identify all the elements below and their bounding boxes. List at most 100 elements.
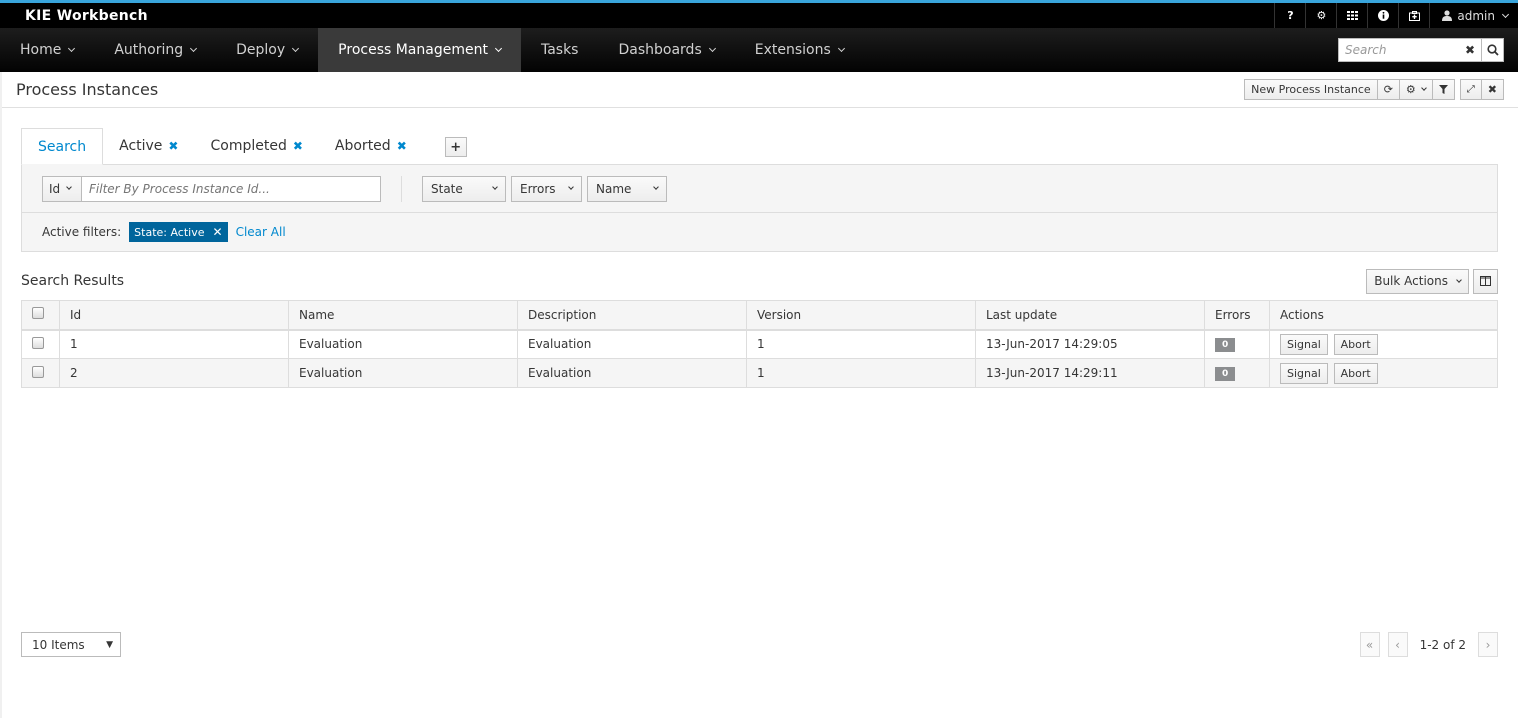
settings-dropdown-button[interactable]: ⚙ [1398, 79, 1433, 100]
results-table: Id Name Description Version Last update … [21, 300, 1498, 388]
medkit-button[interactable] [1398, 3, 1429, 28]
add-tab-button[interactable]: + [444, 137, 467, 157]
nav-tasks-label: Tasks [540, 42, 579, 58]
column-picker-button[interactable] [1473, 268, 1498, 294]
errors-filter-dropdown[interactable]: Errors [511, 175, 582, 202]
nav-process-management[interactable]: Process Management [318, 28, 521, 72]
nav-home[interactable]: Home [0, 28, 94, 72]
chevron-left-icon: ‹ [1395, 637, 1400, 652]
table-row[interactable]: 1 Evaluation Evaluation 1 13-Jun-2017 14… [21, 329, 1498, 359]
active-filter-chip: State: Active ✕ [129, 222, 228, 242]
table-header-row: Id Name Description Version Last update … [21, 300, 1498, 331]
gear-icon: ⚙ [1316, 9, 1327, 22]
settings-button[interactable]: ⚙ [1305, 3, 1336, 28]
nav-process-management-label: Process Management [338, 42, 488, 58]
abort-button[interactable]: Abort [1333, 362, 1378, 384]
errors-badge[interactable]: 0 [1215, 338, 1236, 353]
errors-badge[interactable]: 0 [1215, 367, 1236, 381]
name-dropdown-label: Name [596, 181, 632, 196]
new-process-instance-button[interactable]: New Process Instance [1244, 79, 1378, 100]
maximize-button[interactable]: ⤢ [1459, 79, 1482, 100]
nav-extensions[interactable]: Extensions [735, 28, 864, 72]
id-filter-input[interactable] [82, 175, 381, 202]
refresh-button[interactable]: ⟳ [1376, 79, 1400, 100]
utility-menu: ? ⚙ admin [1274, 3, 1518, 28]
bulk-actions-dropdown[interactable]: Bulk Actions [1366, 268, 1469, 294]
clear-search-icon[interactable]: ✖ [1465, 43, 1475, 57]
cell-description: Evaluation [517, 358, 747, 388]
grid-icon [1346, 11, 1358, 20]
column-header-last-update[interactable]: Last update [975, 300, 1205, 331]
row-checkbox[interactable] [32, 336, 44, 349]
nav-authoring-label: Authoring [114, 42, 184, 58]
column-header-id[interactable]: Id [59, 300, 289, 331]
refresh-icon: ⟳ [1383, 83, 1393, 96]
user-icon [1442, 10, 1453, 21]
chevron-down-icon [653, 184, 659, 190]
signal-button[interactable]: Signal [1280, 333, 1328, 355]
expand-icon: ⤢ [1466, 84, 1475, 95]
first-page-button[interactable]: « [1359, 632, 1380, 657]
apps-button[interactable] [1336, 3, 1367, 28]
nav-dashboards[interactable]: Dashboards [598, 28, 734, 72]
filter-button[interactable] [1431, 79, 1455, 100]
active-filters-label: Active filters: [42, 225, 122, 239]
chevron-down-icon [1501, 10, 1510, 18]
cell-id: 2 [59, 358, 289, 388]
filter-tabs: Search Active ✖ Completed ✖ Aborted ✖ + [21, 128, 1498, 165]
close-tab-icon[interactable]: ✖ [397, 139, 407, 153]
gear-icon: ⚙ [1405, 83, 1416, 96]
chevron-down-icon [1420, 85, 1427, 91]
results-title: Search Results [21, 273, 125, 289]
dropdown-arrow-icon: ▼ [106, 639, 113, 650]
info-button[interactable] [1367, 3, 1398, 28]
tab-aborted-label: Aborted [334, 138, 391, 154]
chevron-down-icon [494, 44, 503, 53]
page-title: Process Instances [16, 80, 159, 99]
column-header-name[interactable]: Name [288, 300, 518, 331]
state-filter-dropdown[interactable]: State [422, 175, 506, 202]
nav-deploy[interactable]: Deploy [216, 28, 318, 72]
help-icon: ? [1287, 9, 1294, 22]
chevron-down-icon [1456, 276, 1462, 283]
tab-search[interactable]: Search [21, 128, 104, 165]
cell-version: 1 [746, 358, 976, 388]
id-field-dropdown[interactable]: Id [42, 175, 82, 202]
chevron-down-icon [68, 44, 76, 53]
row-checkbox[interactable] [32, 365, 44, 378]
user-menu[interactable]: admin [1429, 3, 1518, 28]
name-filter-dropdown[interactable]: Name [587, 175, 667, 202]
prev-page-button[interactable]: ‹ [1387, 632, 1408, 657]
help-button[interactable]: ? [1274, 3, 1305, 28]
state-dropdown-label: State [431, 181, 463, 196]
column-header-actions: Actions [1269, 300, 1498, 331]
search-button[interactable] [1482, 38, 1504, 62]
column-header-version[interactable]: Version [746, 300, 976, 331]
top-bar: KIE Workbench ? ⚙ admin [0, 3, 1518, 28]
signal-button[interactable]: Signal [1280, 362, 1328, 384]
next-page-button[interactable]: › [1478, 632, 1498, 657]
abort-button[interactable]: Abort [1333, 333, 1378, 355]
nav-search: Search ✖ [1338, 28, 1518, 72]
table-footer: 10 Items ▼ « ‹ 1-2 of 2 › [21, 632, 1498, 657]
nav-tasks[interactable]: Tasks [521, 28, 599, 72]
close-tab-icon[interactable]: ✖ [168, 139, 178, 153]
tab-active[interactable]: Active ✖ [103, 128, 194, 164]
select-all-checkbox[interactable] [32, 307, 44, 320]
remove-filter-icon[interactable]: ✕ [213, 225, 223, 239]
brand-logo[interactable]: KIE Workbench [0, 8, 148, 24]
search-input[interactable]: Search ✖ [1338, 38, 1482, 62]
close-button[interactable]: ✖ [1480, 79, 1504, 100]
cell-version: 1 [746, 329, 976, 359]
close-tab-icon[interactable]: ✖ [293, 139, 303, 153]
page-size-select[interactable]: 10 Items ▼ [21, 632, 121, 657]
tab-completed-label: Completed [210, 138, 287, 154]
nav-deploy-label: Deploy [236, 42, 286, 58]
column-header-errors[interactable]: Errors [1204, 300, 1270, 331]
tab-completed[interactable]: Completed ✖ [194, 128, 318, 164]
tab-aborted[interactable]: Aborted ✖ [319, 128, 423, 164]
column-header-description[interactable]: Description [517, 300, 747, 331]
nav-authoring[interactable]: Authoring [94, 28, 216, 72]
clear-all-link[interactable]: Clear All [236, 225, 286, 239]
table-row[interactable]: 2 Evaluation Evaluation 1 13-Jun-2017 14… [21, 358, 1498, 388]
